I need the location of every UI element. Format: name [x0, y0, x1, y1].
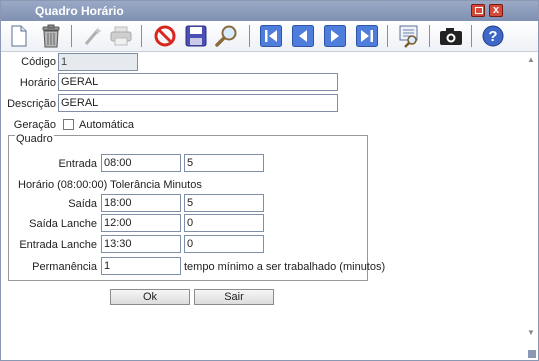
save-icon[interactable] — [184, 24, 208, 48]
toolbar: ? — [1, 21, 538, 52]
entrada-lanche-tolerance-field[interactable] — [184, 235, 264, 253]
descricao-label: Descrição — [7, 98, 56, 110]
toolbar-separator — [471, 25, 472, 47]
window-title: Quadro Horário — [35, 4, 124, 18]
saida-lanche-time-field[interactable] — [101, 214, 181, 232]
close-button[interactable]: x — [489, 4, 503, 17]
codigo-field[interactable] — [58, 53, 138, 71]
next-record-icon[interactable] — [323, 24, 347, 48]
quadro-legend: Quadro — [15, 133, 54, 145]
saida-lanche-label: Saída Lanche — [29, 218, 97, 230]
cancel-icon[interactable] — [153, 24, 177, 48]
permanencia-hint: tempo mínimo a ser trabalhado (minutos) — [184, 261, 386, 273]
print-icon[interactable] — [109, 24, 133, 48]
help-icon[interactable]: ? — [481, 24, 505, 48]
new-document-icon[interactable] — [7, 24, 31, 48]
search-icon[interactable] — [215, 24, 239, 48]
saida-lanche-tolerance-field[interactable] — [184, 214, 264, 232]
last-record-icon[interactable] — [355, 24, 379, 48]
horario-field[interactable] — [58, 73, 338, 91]
entrada-label: Entrada — [58, 158, 97, 170]
report-icon[interactable] — [397, 24, 421, 48]
horario-label: Horário — [19, 77, 56, 89]
automatica-checkbox[interactable] — [63, 119, 74, 130]
toolbar-separator — [71, 25, 72, 47]
previous-record-icon[interactable] — [291, 24, 315, 48]
automatica-label: Automática — [79, 119, 135, 131]
permanencia-label: Permanência — [32, 261, 97, 273]
delete-trash-icon[interactable] — [39, 24, 63, 48]
entrada-lanche-time-field[interactable] — [101, 235, 181, 253]
codigo-label: Código — [21, 56, 56, 68]
entrada-lanche-label: Entrada Lanche — [19, 239, 97, 251]
entrada-time-field[interactable] — [101, 154, 181, 172]
permanencia-field[interactable] — [101, 257, 181, 275]
svg-text:?: ? — [488, 28, 497, 45]
toolbar-separator — [387, 25, 388, 47]
scroll-down-icon[interactable]: ▼ — [527, 328, 535, 337]
title-bar[interactable]: Quadro Horário x — [1, 1, 538, 21]
quadro-horario-window: Quadro Horário x ? Código 1 Horário GERA… — [0, 0, 539, 361]
toolbar-separator — [249, 25, 250, 47]
descricao-field[interactable] — [58, 94, 338, 112]
saida-tolerance-field[interactable] — [184, 194, 264, 212]
toolbar-separator — [141, 25, 142, 47]
horario-tolerancia-info: Horário (08:00:00) Tolerância Minutos — [18, 179, 202, 191]
first-record-icon[interactable] — [259, 24, 283, 48]
edit-wand-icon[interactable] — [81, 24, 105, 48]
entrada-tolerance-field[interactable] — [184, 154, 264, 172]
sair-button[interactable]: Sair — [194, 289, 274, 305]
camera-icon[interactable] — [439, 24, 463, 48]
resize-grip-icon[interactable] — [528, 350, 536, 358]
scroll-up-icon[interactable]: ▲ — [527, 55, 535, 64]
saida-time-field[interactable] — [101, 194, 181, 212]
ok-button[interactable]: Ok — [110, 289, 190, 305]
toolbar-separator — [429, 25, 430, 47]
maximize-button[interactable] — [471, 4, 485, 17]
saida-label: Saída — [68, 198, 97, 210]
geracao-label: Geração — [13, 119, 56, 131]
